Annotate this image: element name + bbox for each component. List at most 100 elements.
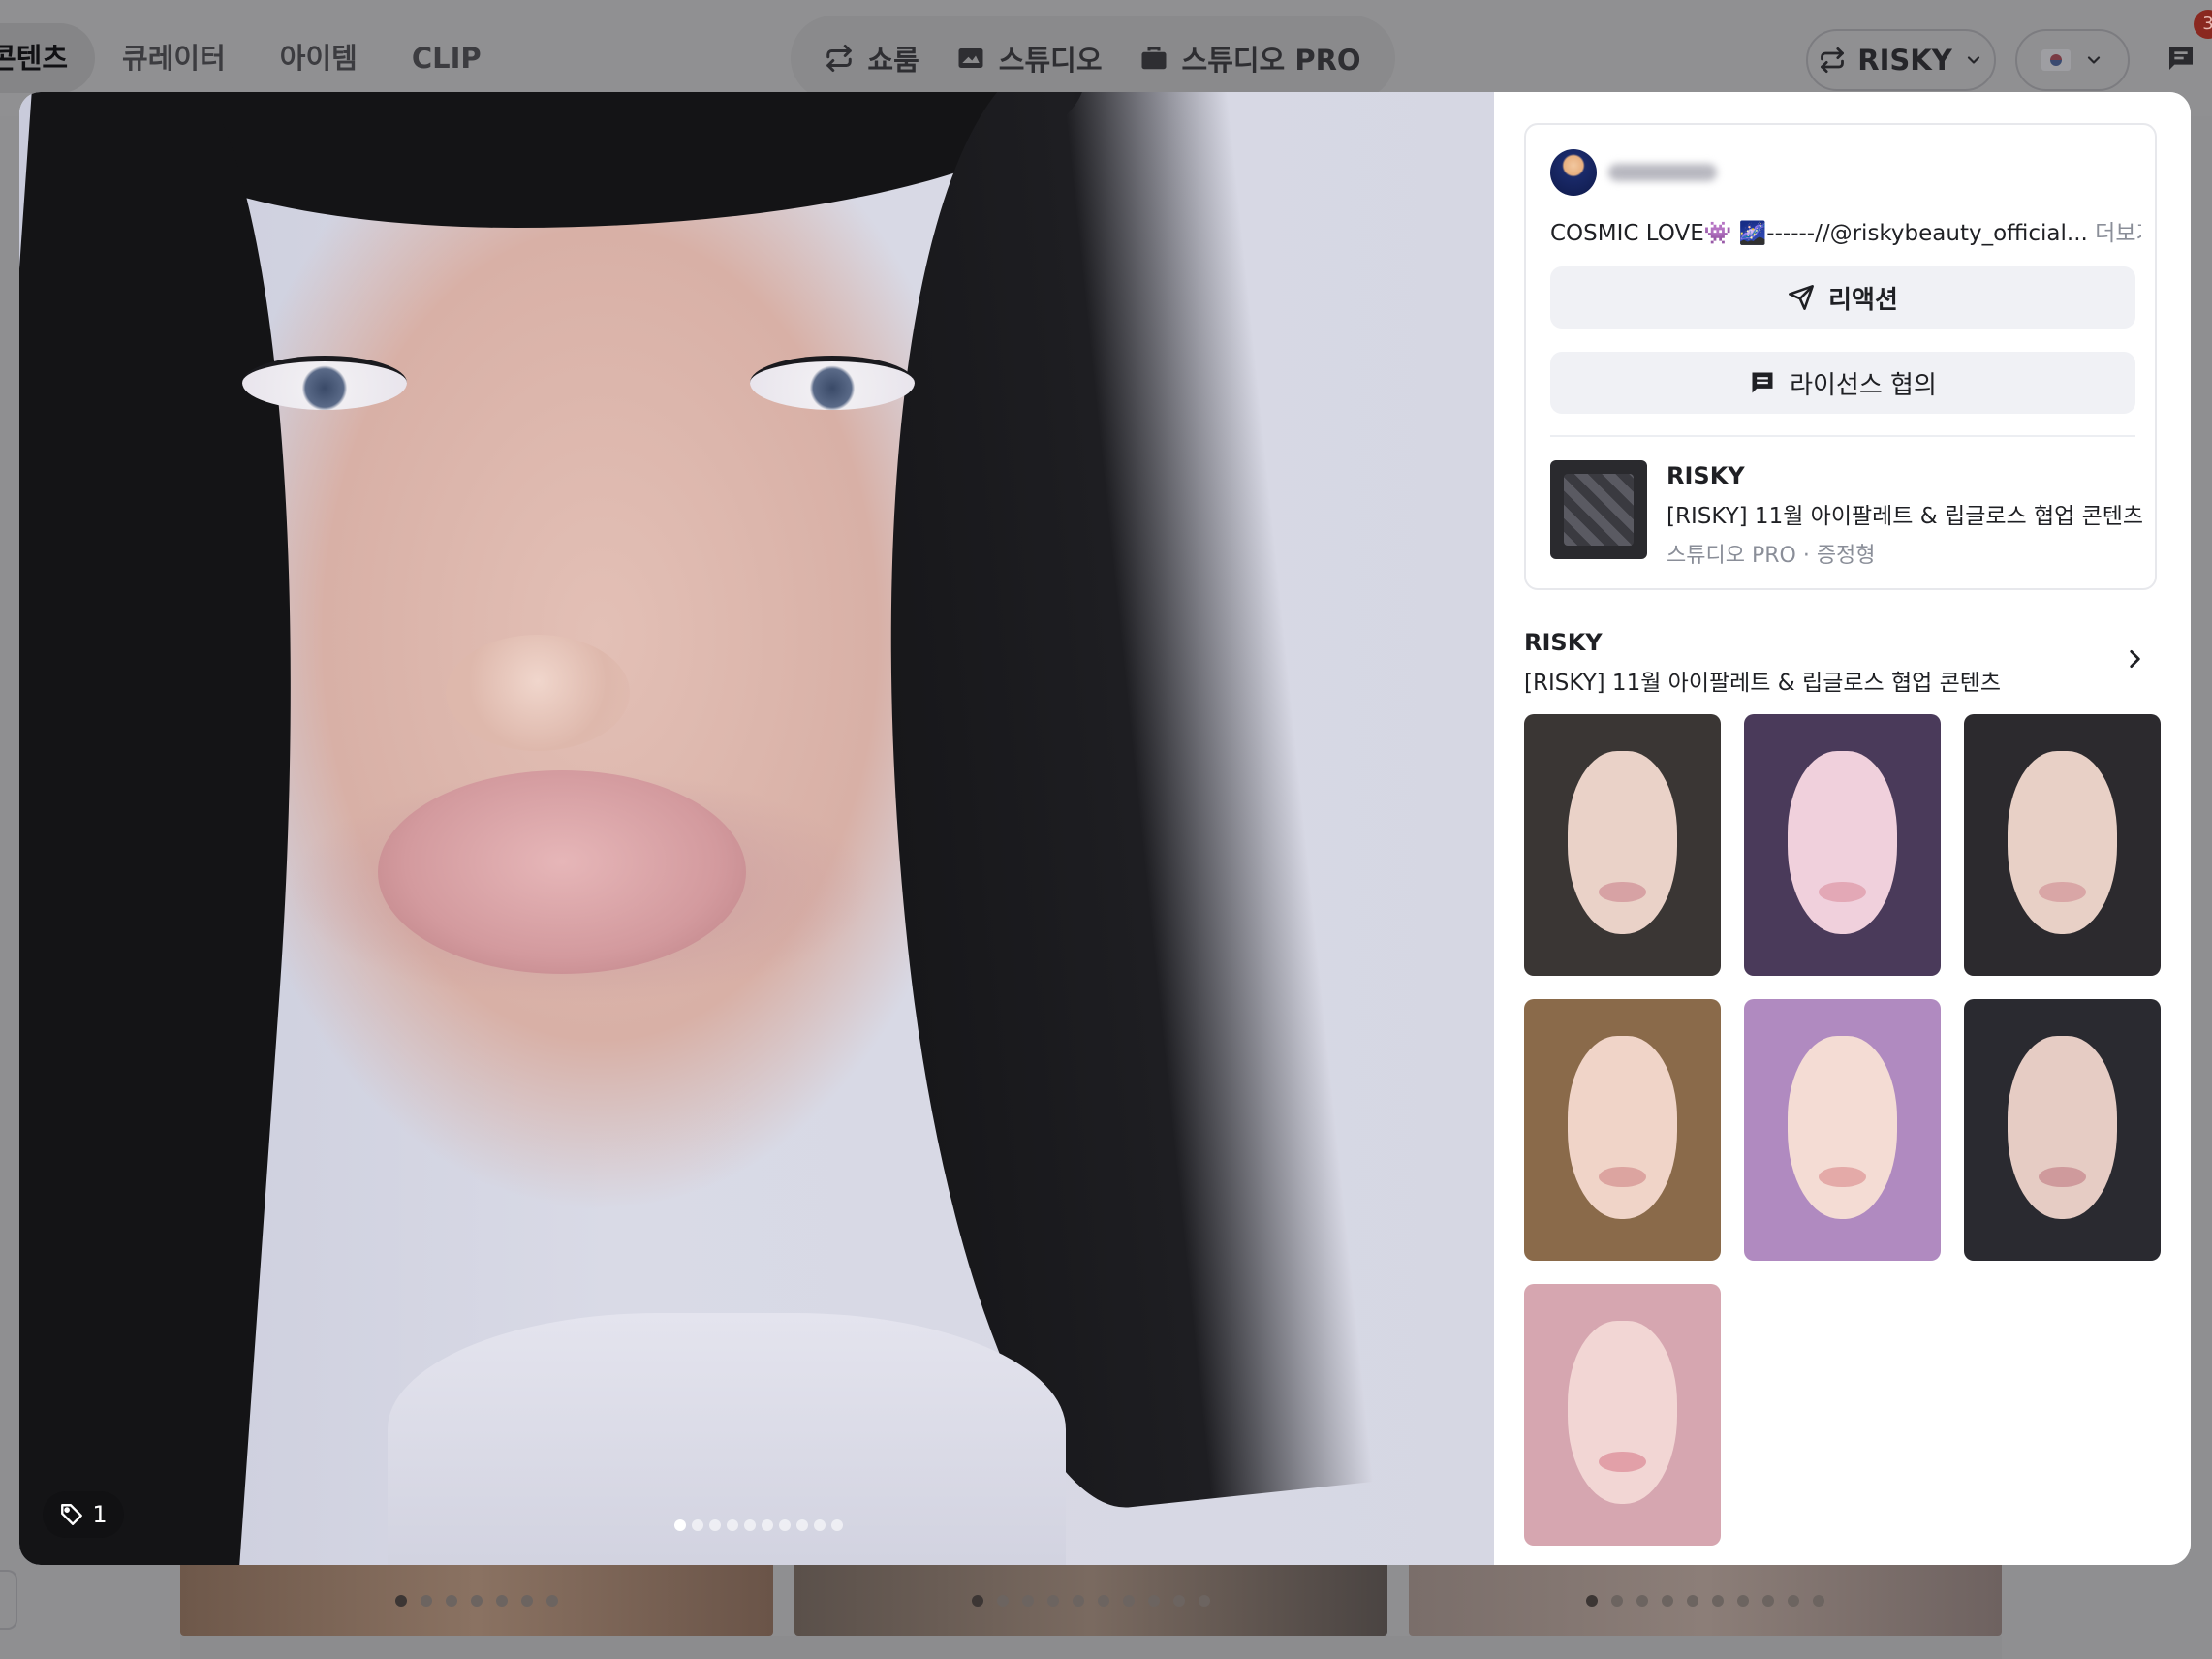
background-side-card	[0, 1570, 17, 1630]
send-icon	[1789, 285, 1815, 310]
photo-hair	[19, 92, 345, 1565]
slide-dot[interactable]	[744, 1519, 756, 1531]
related-post-thumbnail[interactable]	[1964, 714, 2161, 976]
campaign-type: 스튜디오 PRO	[1667, 544, 1796, 568]
campaign-title: [RISKY] 11월 아이팔레트 & 립글로스 협업 콘텐츠	[1667, 504, 2144, 529]
related-title: [RISKY] 11월 아이팔레트 & 립글로스 협업 콘텐츠	[1524, 671, 2002, 696]
chevron-right-icon[interactable]	[2122, 646, 2147, 672]
tab-content[interactable]: 콘텐츠	[0, 23, 96, 93]
studio-icon	[958, 48, 983, 68]
thumbnail-lips	[1599, 1166, 1646, 1188]
brand-switch-label: RISKY	[1857, 44, 1952, 77]
content-detail-modal: 1 COSMIC LOVE👾 🌌------//@riskybeauty_off…	[19, 92, 2191, 1565]
divider	[1550, 435, 2135, 437]
studio-pro-link[interactable]: 스튜디오 PRO	[1139, 38, 1361, 78]
photo-lips	[378, 770, 746, 974]
thumbnail-face	[1787, 750, 1898, 934]
chevron-down-icon	[1967, 56, 1979, 64]
slide-dot[interactable]	[779, 1519, 791, 1531]
campaign-link[interactable]: RISKY [RISKY] 11월 아이팔레트 & 립글로스 협업 콘텐츠 스튜…	[1550, 460, 2143, 569]
related-post-thumbnail[interactable]	[1744, 999, 1941, 1261]
background-card[interactable]	[1409, 1562, 2002, 1636]
related-post-thumbnail[interactable]	[1524, 1284, 1721, 1546]
showroom-label: 쇼룸	[867, 44, 919, 77]
thumbnail-face	[1567, 750, 1678, 934]
studio-pro-label: 스튜디오 PRO	[1181, 44, 1361, 77]
avatar[interactable]	[1550, 149, 1597, 196]
license-label: 라이선스 협의	[1790, 370, 1937, 400]
reaction-label: 리액션	[1828, 285, 1898, 315]
campaign-info: RISKY [RISKY] 11월 아이팔레트 & 립글로스 협업 콘텐츠 스튜…	[1667, 460, 2143, 569]
related-campaign-header[interactable]: RISKY [RISKY] 11월 아이팔레트 & 립글로스 협업 콘텐츠	[1524, 629, 2157, 697]
caption-text: COSMIC LOVE👾 🌌------//@riskybeauty_offic…	[1550, 221, 2088, 246]
related-post-thumbnail[interactable]	[1524, 714, 1721, 976]
photo-eye	[750, 356, 915, 410]
post-caption: COSMIC LOVE👾 🌌------//@riskybeauty_offic…	[1550, 214, 2141, 247]
post-info-card: COSMIC LOVE👾 🌌------//@riskybeauty_offic…	[1524, 123, 2157, 590]
slide-dot[interactable]	[796, 1519, 808, 1531]
tag-count: 1	[92, 1501, 108, 1528]
campaign-brand: RISKY	[1667, 462, 1745, 489]
tab-curator[interactable]: 큐레이터	[95, 23, 253, 93]
repeat-icon	[826, 45, 853, 72]
photo-nose	[446, 635, 630, 751]
related-posts-grid	[1524, 714, 2161, 1546]
background-content-strip	[180, 1636, 2002, 1659]
tag-icon	[61, 1504, 83, 1525]
notification-badge: 3	[2194, 10, 2212, 39]
carousel-dots	[1409, 1595, 2002, 1607]
thumbnail-face	[1567, 1035, 1678, 1219]
thumbnail-lips	[1819, 1166, 1866, 1188]
tab-clip[interactable]: CLIP	[385, 23, 509, 93]
campaign-meta: 스튜디오 PRO · 증정형	[1667, 544, 1876, 568]
thumbnail-face	[2007, 750, 2118, 934]
service-switcher: 쇼룸 스튜디오 스튜디오 PRO	[791, 16, 1395, 101]
campaign-reward: 증정형	[1816, 544, 1876, 568]
slide-indicator	[674, 1519, 843, 1531]
slide-dot[interactable]	[709, 1519, 721, 1531]
more-link[interactable]: 더보기	[2095, 221, 2141, 246]
license-button[interactable]: 라이선스 협의	[1550, 352, 2135, 414]
thumbnail-lips	[1599, 1451, 1646, 1473]
post-photo[interactable]: 1	[19, 92, 1494, 1565]
repeat-icon	[1821, 47, 1845, 74]
thumbnail-face	[1567, 1320, 1678, 1504]
message-icon	[1752, 372, 1773, 393]
showroom-link[interactable]: 쇼룸	[825, 38, 919, 78]
carousel-dots	[794, 1595, 1387, 1607]
chevron-down-icon	[2087, 56, 2101, 64]
post-side-panel: COSMIC LOVE👾 🌌------//@riskybeauty_offic…	[1494, 92, 2191, 1565]
slide-dot[interactable]	[727, 1519, 738, 1531]
reaction-button[interactable]: 리액션	[1550, 266, 2135, 329]
thumbnail-lips	[1599, 881, 1646, 903]
thumbnail-lips	[1819, 881, 1866, 903]
related-post-thumbnail[interactable]	[1524, 999, 1721, 1261]
slide-dot[interactable]	[814, 1519, 826, 1531]
slide-dot[interactable]	[674, 1519, 686, 1531]
language-select[interactable]	[2015, 29, 2130, 91]
korea-flag-icon	[2041, 49, 2071, 71]
background-card[interactable]	[180, 1562, 773, 1636]
photo-hair	[816, 92, 1374, 1524]
campaign-thumbnail	[1550, 460, 1647, 559]
thumbnail-lips	[2039, 881, 2086, 903]
slide-dot[interactable]	[762, 1519, 773, 1531]
author-name-blurred	[1608, 164, 1717, 181]
studio-link[interactable]: 스튜디오	[956, 38, 1103, 78]
brand-switch-button[interactable]: RISKY	[1806, 29, 1996, 91]
author-row[interactable]	[1550, 149, 1717, 196]
thumbnail-face	[2007, 1035, 2118, 1219]
briefcase-icon	[1141, 47, 1167, 70]
thumbnail-face	[1787, 1035, 1898, 1219]
slide-dot[interactable]	[692, 1519, 703, 1531]
slide-dot[interactable]	[831, 1519, 843, 1531]
product-tag-button[interactable]: 1	[43, 1491, 124, 1538]
thumbnail-lips	[2039, 1166, 2086, 1188]
message-icon[interactable]	[2165, 43, 2197, 74]
studio-label: 스튜디오	[998, 44, 1103, 77]
related-post-thumbnail[interactable]	[1964, 999, 2161, 1261]
main-nav-tabs: 콘텐츠 큐레이터 아이템 CLIP	[0, 23, 509, 93]
tab-items[interactable]: 아이템	[253, 23, 385, 93]
related-post-thumbnail[interactable]	[1744, 714, 1941, 976]
background-card[interactable]	[794, 1562, 1387, 1636]
